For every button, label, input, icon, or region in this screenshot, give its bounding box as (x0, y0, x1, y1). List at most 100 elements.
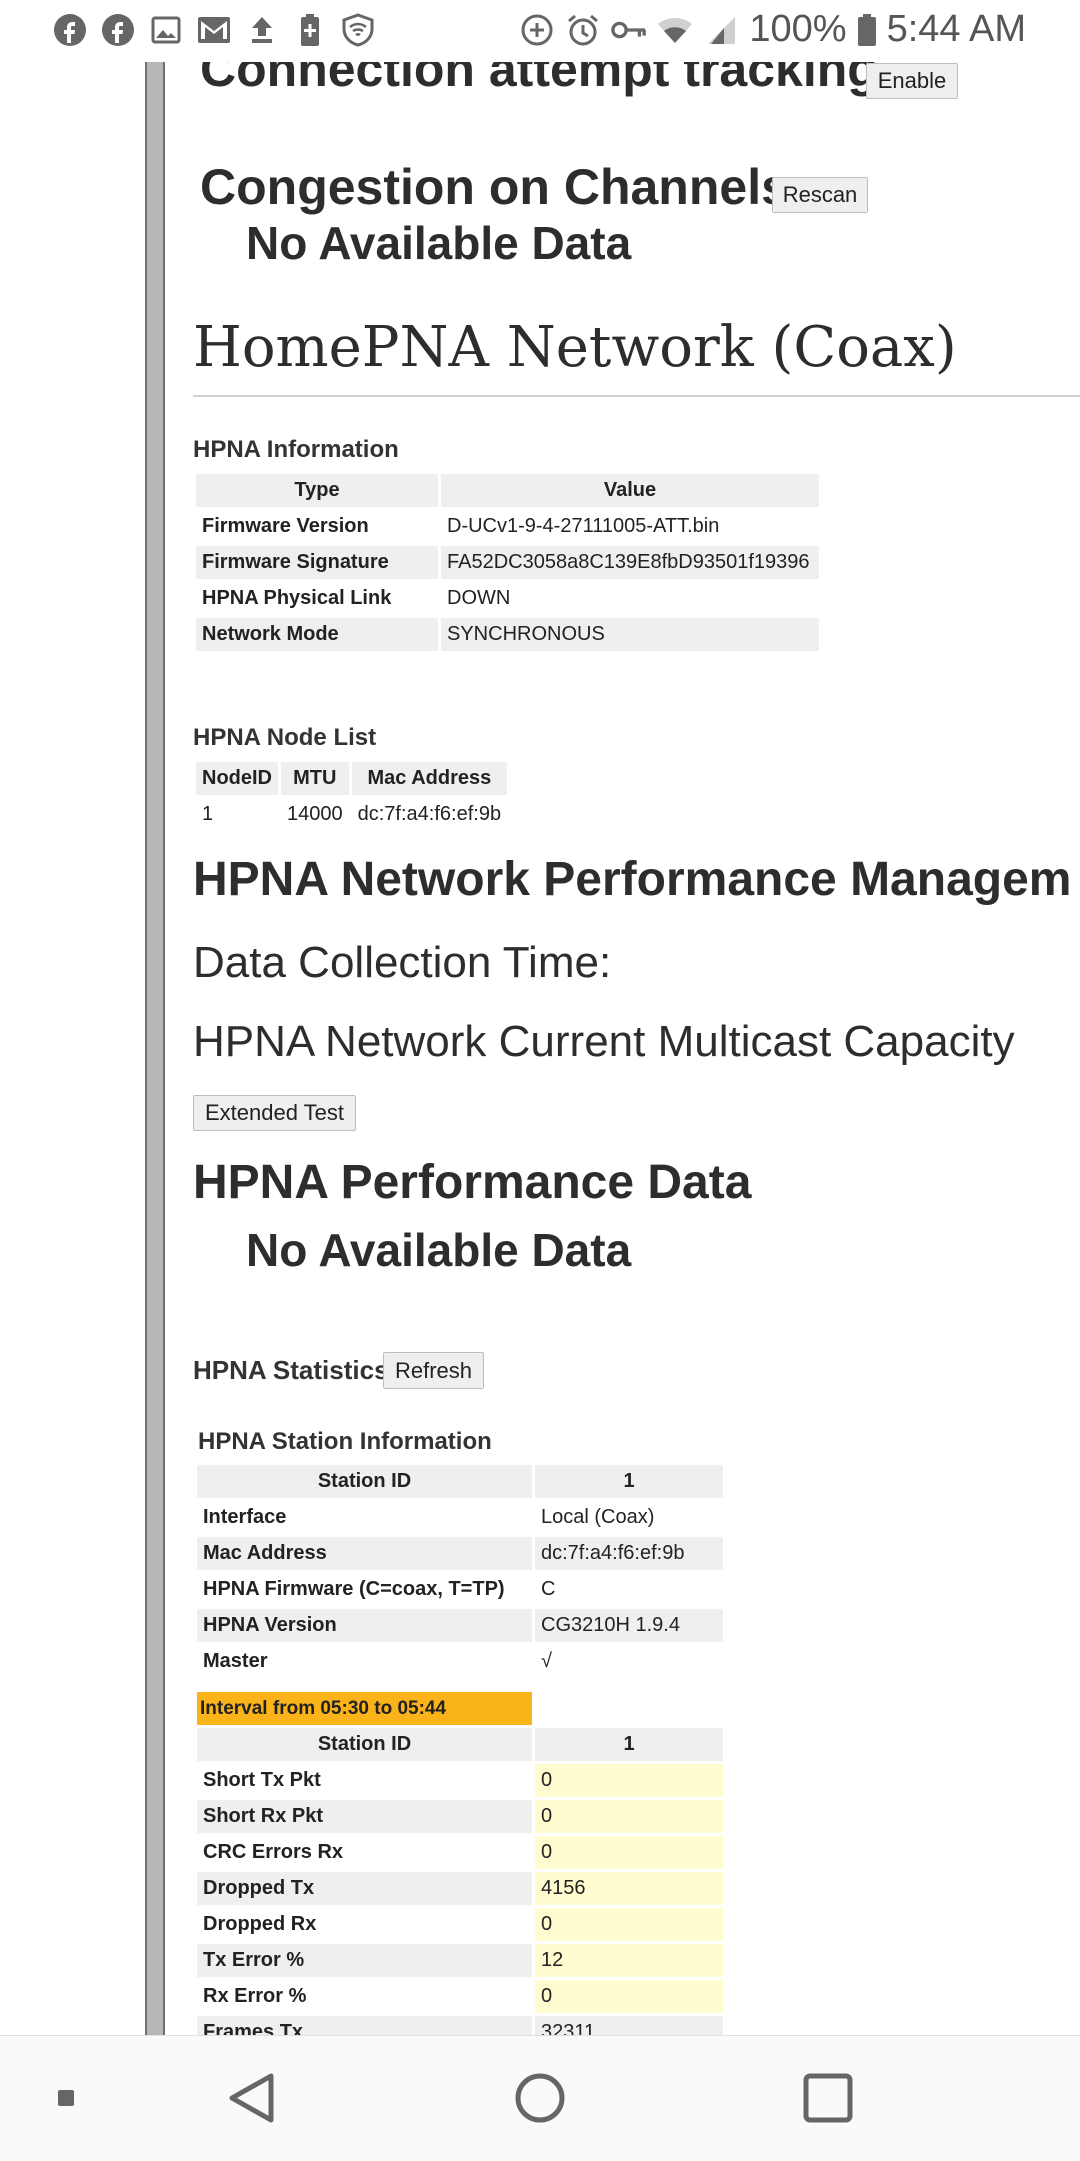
notification-icons (52, 12, 376, 48)
signal-icon (703, 12, 739, 48)
column-header: Value (441, 474, 819, 507)
row-value: 0 (535, 1836, 723, 1869)
table-row: Interface Local (Coax) (197, 1501, 723, 1534)
data-saver-icon (519, 12, 555, 48)
station-info-title: HPNA Station Information (198, 1428, 492, 1455)
table-row: HPNA Physical Link DOWN (196, 582, 819, 615)
column-header: Station ID (197, 1465, 532, 1498)
row-value: 0 (535, 1908, 723, 1941)
row-value: CG3210H 1.9.4 (535, 1609, 723, 1642)
system-status: 100% 5:44 AM (519, 8, 1026, 51)
row-value: C (541, 1578, 556, 1600)
table-row: Master √ (197, 1645, 723, 1678)
facebook-icon (52, 12, 88, 48)
station-info-table: Station ID 1 Interface Local (Coax) Mac … (194, 1462, 726, 1681)
battery-percent: 100% (749, 8, 847, 50)
row-key: HPNA Version (197, 1609, 532, 1642)
table-row: Rx Error % 0 (197, 1980, 723, 2013)
multicast-capacity: HPNA Network Current Multicast Capacity (193, 1017, 1015, 1066)
row-key: Firmware Version (202, 515, 369, 537)
row-key: Short Tx Pkt (203, 1769, 321, 1791)
table-row: Mac Address dc:7f:a4:f6:ef:9b (197, 1537, 723, 1570)
back-icon[interactable] (226, 2072, 276, 2124)
recents-dot-icon[interactable] (56, 2088, 76, 2108)
column-header: 1 (535, 1465, 723, 1498)
row-key: Frames Tx (197, 2016, 532, 2035)
node-list-title: HPNA Node List (193, 724, 377, 751)
row-value: 1 (202, 803, 214, 825)
table-row: Short Tx Pkt 0 (197, 1764, 723, 1797)
row-key: Mac Address (197, 1537, 532, 1570)
wifi-icon (657, 12, 693, 48)
table-row: HPNA Version CG3210H 1.9.4 (197, 1609, 723, 1642)
row-value: 0 (535, 1800, 723, 1833)
vpn-key-icon (611, 12, 647, 48)
row-key: Master (203, 1650, 268, 1672)
gmail-icon (196, 12, 232, 48)
column-header: NodeID (196, 762, 278, 795)
row-key: HPNA Firmware (C=coax, T=TP) (203, 1578, 505, 1600)
upload-icon (244, 12, 280, 48)
row-value: DOWN (447, 587, 511, 609)
row-key: Dropped Tx (197, 1872, 532, 1905)
table-row: Firmware Version D-UCv1-9-4-27111005-ATT… (196, 510, 819, 543)
page-left-border (145, 62, 165, 2035)
row-value: 0 (535, 1764, 723, 1797)
data-collection-time: Data Collection Time: (193, 938, 612, 987)
enable-button[interactable]: Enable (866, 63, 958, 99)
congestion-no-data: No Available Data (246, 217, 632, 269)
row-key: Network Mode (196, 618, 438, 651)
row-key: Firmware Signature (196, 546, 438, 579)
shield-wifi-icon (340, 12, 376, 48)
table-row: Frames Tx 32311 (197, 2016, 723, 2035)
node-list-table: NodeID MTU Mac Address 1 14000 dc:7f:a4:… (193, 759, 510, 834)
row-key: Rx Error % (203, 1985, 307, 2007)
image-icon (148, 12, 184, 48)
hpna-information-table: Type Value Firmware Version D-UCv1-9-4-2… (193, 471, 822, 654)
column-header: MTU (281, 762, 349, 795)
column-header: Type (196, 474, 438, 507)
facebook-icon (100, 12, 136, 48)
table-row: Network Mode SYNCHRONOUS (196, 618, 819, 651)
row-value: dc:7f:a4:f6:ef:9b (535, 1537, 723, 1570)
table-row: Tx Error % 12 (197, 1944, 723, 1977)
row-key: CRC Errors Rx (203, 1841, 344, 1863)
row-value: 12 (535, 1944, 723, 1977)
table-row: CRC Errors Rx 0 (197, 1836, 723, 1869)
congestion-title: Congestion on Channels (200, 159, 789, 215)
overview-icon[interactable] (802, 2072, 854, 2124)
row-value: √ (541, 1650, 552, 1672)
statistics-title: HPNA Statistics (193, 1355, 389, 1385)
perf-data-title: HPNA Performance Data (193, 1156, 752, 1209)
row-value: Local (Coax) (541, 1506, 655, 1528)
alarm-icon (565, 12, 601, 48)
row-value: 0 (535, 1980, 723, 2013)
column-header: Station ID (197, 1728, 532, 1761)
hpna-section-title: HomePNA Network (Coax) (193, 315, 957, 380)
row-value: 32311 (535, 2016, 723, 2035)
perf-management-title: HPNA Network Performance Managem (193, 853, 1072, 906)
row-value: 4156 (535, 1872, 723, 1905)
row-key: Short Rx Pkt (197, 1800, 532, 1833)
interval-label: Interval from 05:30 to 05:44 (197, 1692, 532, 1725)
column-header: 1 (535, 1728, 723, 1761)
table-row: Dropped Tx 4156 (197, 1872, 723, 1905)
row-key: Tx Error % (197, 1944, 532, 1977)
battery-icon (857, 12, 877, 48)
extended-test-button[interactable]: Extended Test (193, 1095, 356, 1131)
row-key: Interface (203, 1506, 287, 1528)
home-icon[interactable] (514, 2072, 566, 2124)
refresh-button[interactable]: Refresh (383, 1352, 484, 1389)
row-value: 14000 (287, 803, 343, 825)
row-value: D-UCv1-9-4-27111005-ATT.bin (447, 515, 720, 537)
web-page[interactable]: Connection attempt tracking Enable Conge… (0, 0, 1080, 2035)
rescan-button[interactable]: Rescan (772, 177, 868, 213)
perf-data-no-data: No Available Data (246, 1224, 632, 1276)
row-key: HPNA Physical Link (202, 587, 392, 609)
table-row: Short Rx Pkt 0 (197, 1800, 723, 1833)
row-value: FA52DC3058a8C139E8fbD93501f19396 (441, 546, 819, 579)
clock: 5:44 AM (886, 8, 1026, 50)
row-key: Dropped Rx (203, 1913, 317, 1935)
column-header: Mac Address (351, 762, 508, 795)
battery-saver-icon (292, 12, 328, 48)
